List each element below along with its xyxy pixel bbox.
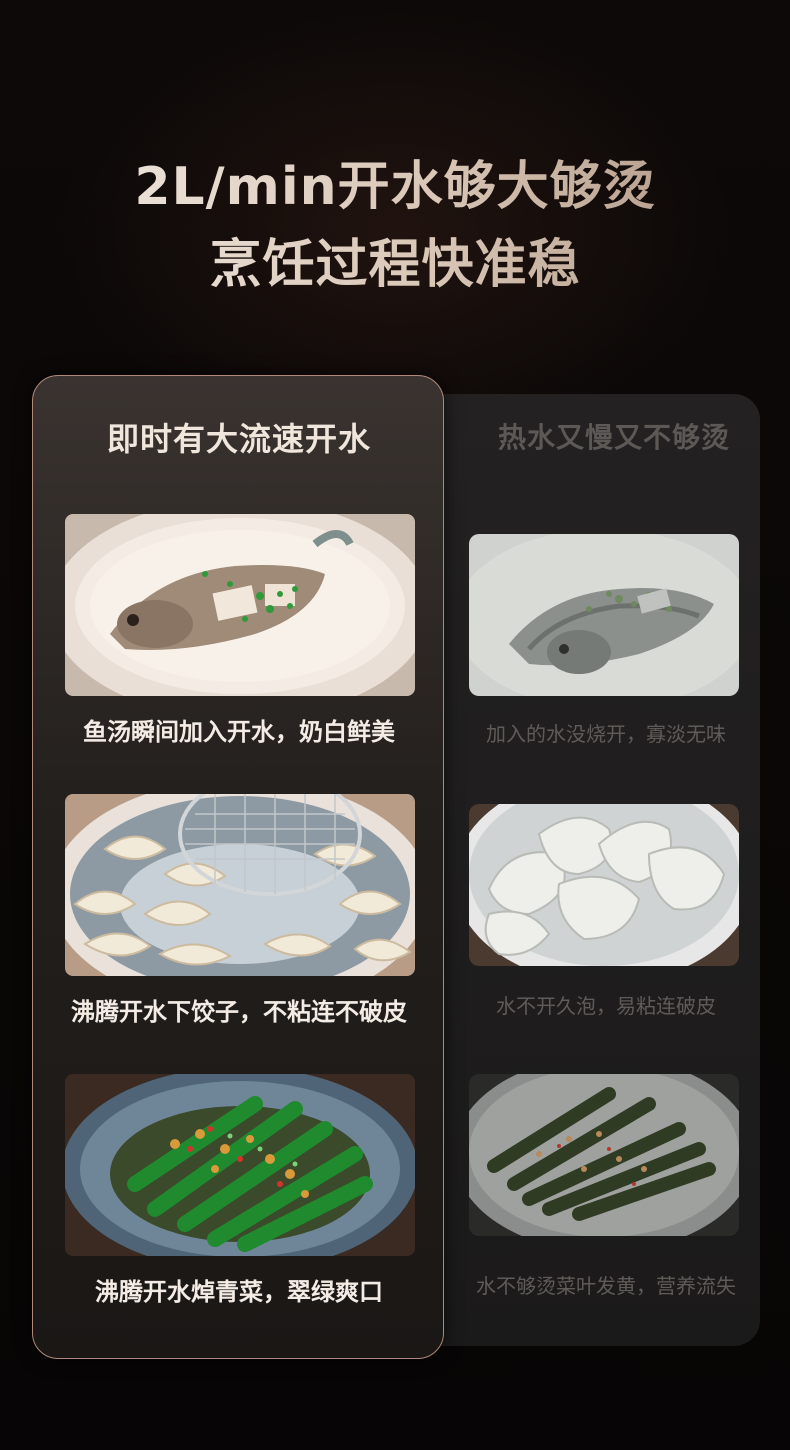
feature-panel-instant-boiling-water: 即时有大流速开水 鱼汤瞬间加入开水，奶白鲜美 沸腾开水下饺子，不粘连不破皮 沸腾… (32, 375, 444, 1359)
comparison-caption: 水不够烫菜叶发黄，营养流失 (476, 1274, 736, 1298)
feature-caption: 鱼汤瞬间加入开水，奶白鲜美 (83, 718, 395, 746)
headline-line-2: 烹饪过程快准稳 (209, 235, 581, 295)
fish-soup-photo (65, 514, 415, 696)
bland-fish-soup-photo (469, 534, 739, 696)
headline: 2L/min开水够大够烫 烹饪过程快准稳 (0, 148, 790, 304)
comparison-title: 热水又慢又不够烫 (497, 421, 730, 454)
headline-line-1: 2L/min开水够大够烫 (134, 157, 656, 217)
feature-title: 即时有大流速开水 (106, 420, 371, 458)
comparison-caption: 加入的水没烧开，寡淡无味 (486, 722, 726, 746)
comparison-caption: 水不开久泡，易粘连破皮 (496, 994, 716, 1018)
feature-caption: 沸腾开水下饺子，不粘连不破皮 (71, 998, 407, 1026)
comparison-panel-slow-hot-water: 热水又慢又不够烫 加入的水没烧开，寡淡无味 水不开久泡，易粘连破皮 水不够烫菜叶… (418, 394, 760, 1346)
boiling-dumplings-photo (65, 794, 415, 976)
okra-dish-photo (65, 1074, 415, 1256)
feature-caption: 沸腾开水焯青菜，翠绿爽口 (95, 1278, 383, 1306)
yellowed-okra-photo (469, 1074, 739, 1236)
stuck-dumplings-photo (469, 804, 739, 966)
